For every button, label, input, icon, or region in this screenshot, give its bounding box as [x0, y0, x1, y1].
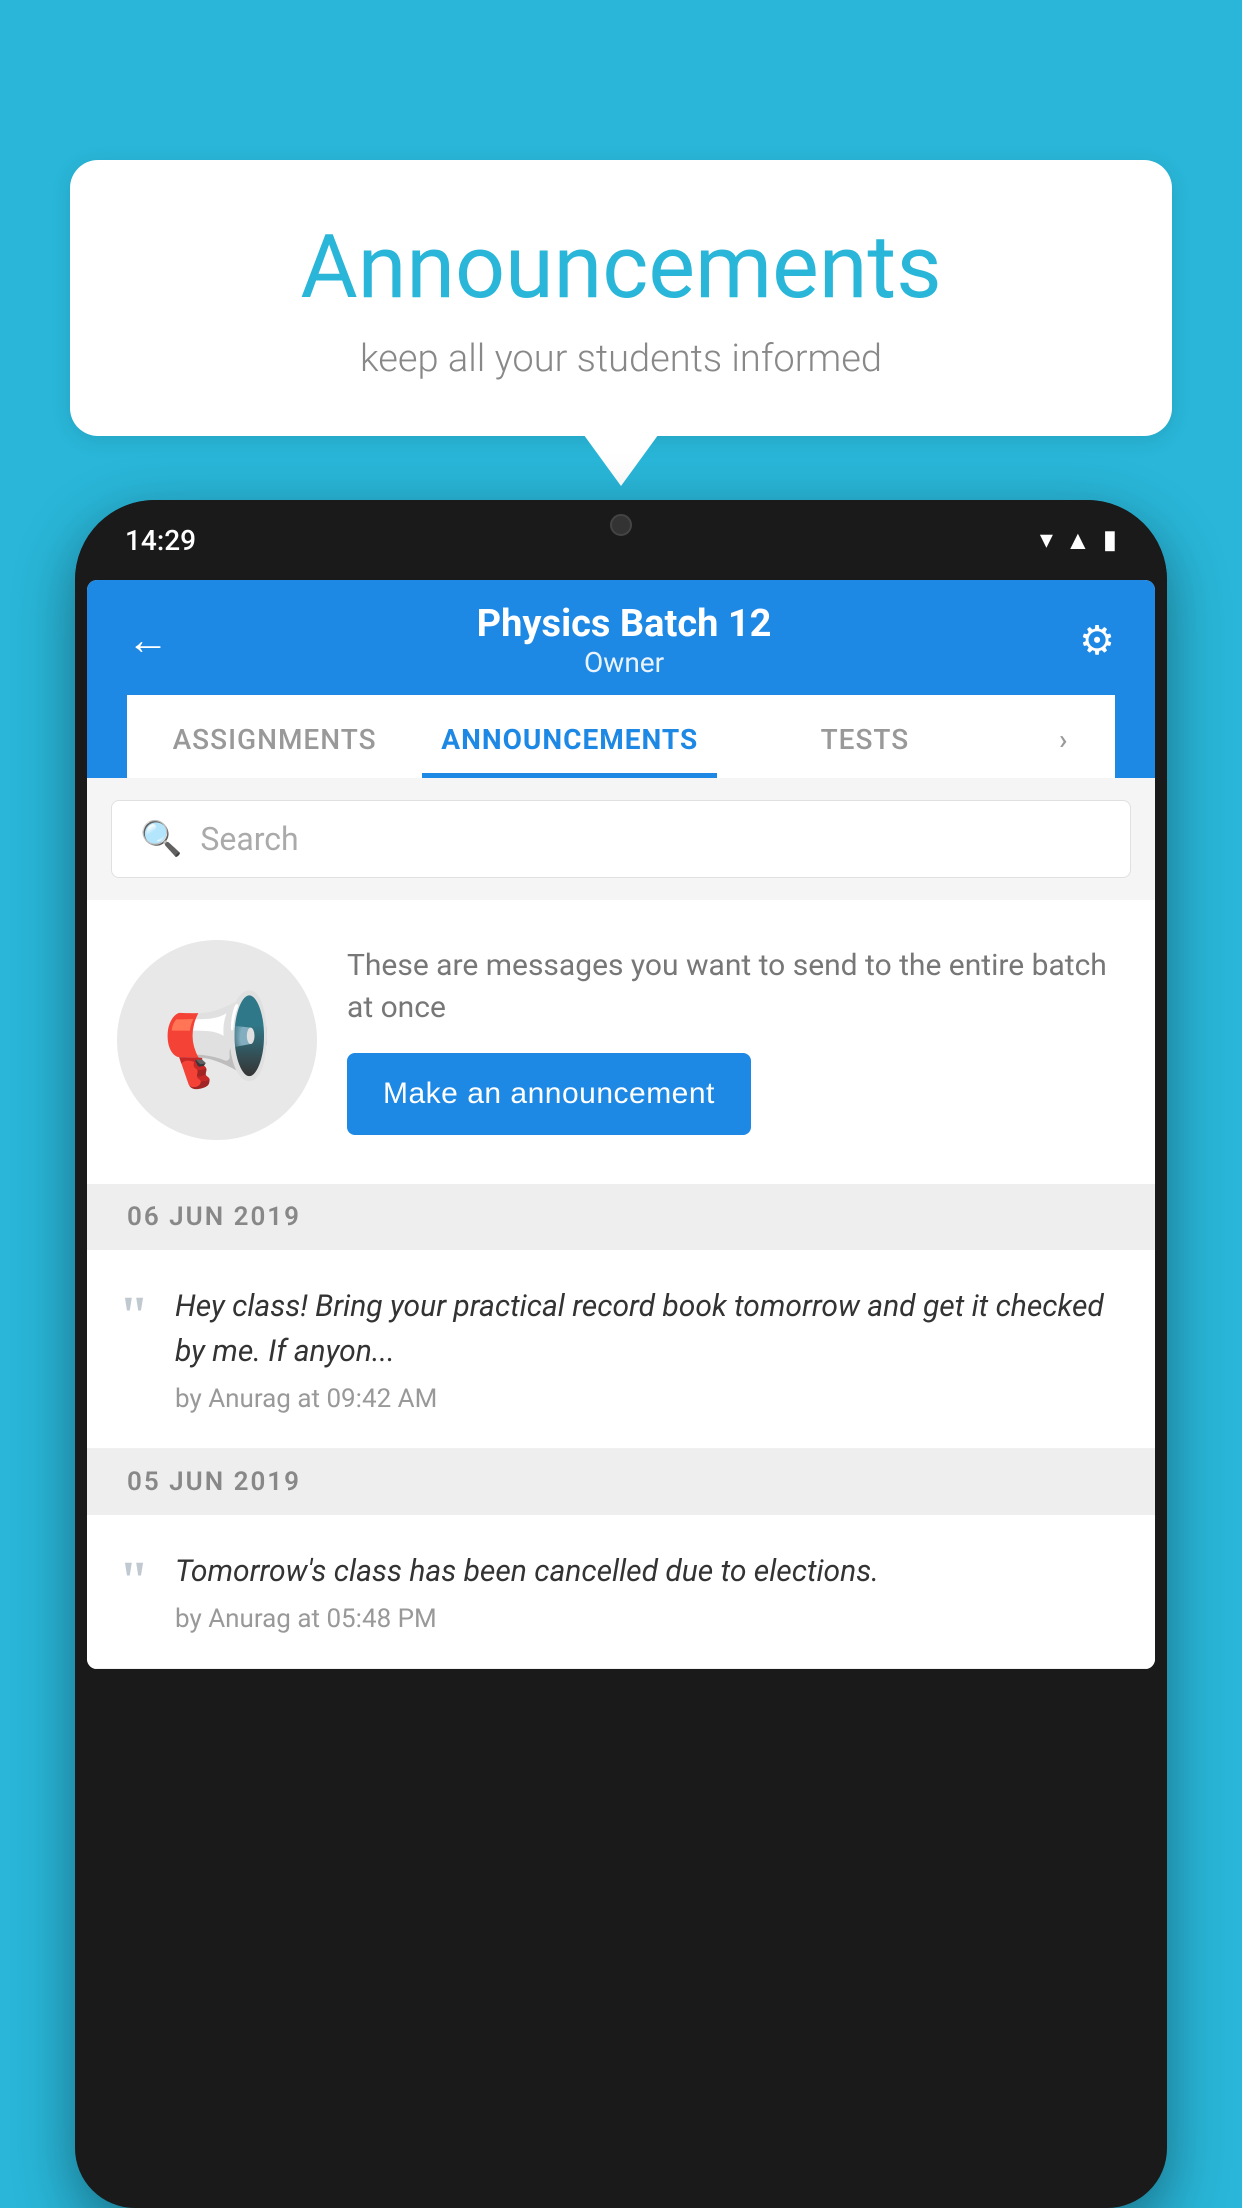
search-icon: 🔍	[140, 819, 182, 859]
phone-screen: ← Physics Batch 12 Owner ⚙ ASSIGNMENTS A…	[87, 580, 1155, 1669]
search-container: 🔍 Search	[87, 778, 1155, 900]
app-header: ← Physics Batch 12 Owner ⚙ ASSIGNMENTS A…	[87, 580, 1155, 778]
make-announcement-button[interactable]: Make an announcement	[347, 1053, 751, 1135]
quote-icon-2: "	[119, 1553, 149, 1607]
promo-right: These are messages you want to send to t…	[347, 945, 1125, 1135]
status-time: 14:29	[125, 524, 196, 557]
quote-icon-1: "	[119, 1288, 149, 1342]
announcement-content-1: Hey class! Bring your practical record b…	[175, 1284, 1123, 1414]
speech-bubble-container: Announcements keep all your students inf…	[70, 160, 1172, 436]
search-placeholder: Search	[200, 820, 298, 858]
tab-assignments[interactable]: ASSIGNMENTS	[127, 695, 422, 778]
announcement-text-1: Hey class! Bring your practical record b…	[175, 1284, 1123, 1374]
search-bar[interactable]: 🔍 Search	[111, 800, 1131, 878]
date-divider-2: 05 JUN 2019	[87, 1449, 1155, 1515]
batch-role: Owner	[477, 646, 772, 679]
megaphone-icon: 📢	[161, 988, 273, 1093]
announcement-item-1[interactable]: " Hey class! Bring your practical record…	[87, 1250, 1155, 1449]
tab-announcements[interactable]: ANNOUNCEMENTS	[422, 695, 717, 778]
settings-icon[interactable]: ⚙	[1079, 617, 1115, 664]
header-title-block: Physics Batch 12 Owner	[477, 602, 772, 679]
header-row: ← Physics Batch 12 Owner ⚙	[127, 602, 1115, 695]
promo-section: 📢 These are messages you want to send to…	[87, 900, 1155, 1184]
tabs-row: ASSIGNMENTS ANNOUNCEMENTS TESTS ›	[127, 695, 1115, 778]
announcement-meta-2: by Anurag at 05:48 PM	[175, 1604, 1123, 1634]
announcement-meta-1: by Anurag at 09:42 AM	[175, 1384, 1123, 1414]
wifi-icon: ▾	[1040, 525, 1053, 555]
promo-icon-circle: 📢	[117, 940, 317, 1140]
announcement-content-2: Tomorrow's class has been cancelled due …	[175, 1549, 1123, 1634]
back-button[interactable]: ←	[127, 616, 169, 665]
tab-more[interactable]: ›	[1012, 695, 1115, 778]
batch-title: Physics Batch 12	[477, 602, 772, 646]
signal-icon: ▲	[1065, 525, 1091, 556]
speech-bubble: Announcements keep all your students inf…	[70, 160, 1172, 436]
announcement-text-2: Tomorrow's class has been cancelled due …	[175, 1549, 1123, 1594]
status-bar: 14:29 ▾ ▲ ▮	[75, 500, 1167, 580]
camera-dot	[610, 514, 632, 536]
bubble-title: Announcements	[120, 220, 1122, 317]
promo-description: These are messages you want to send to t…	[347, 945, 1125, 1029]
tab-tests[interactable]: TESTS	[717, 695, 1012, 778]
bubble-subtitle: keep all your students informed	[120, 337, 1122, 381]
date-divider-1: 06 JUN 2019	[87, 1184, 1155, 1250]
status-icons: ▾ ▲ ▮	[1040, 525, 1117, 556]
announcement-item-2[interactable]: " Tomorrow's class has been cancelled du…	[87, 1515, 1155, 1669]
phone-frame: 14:29 ▾ ▲ ▮ ← Physics Batch 12 Owner ⚙ A…	[75, 500, 1167, 2208]
battery-icon: ▮	[1103, 525, 1117, 555]
notch	[531, 500, 711, 550]
